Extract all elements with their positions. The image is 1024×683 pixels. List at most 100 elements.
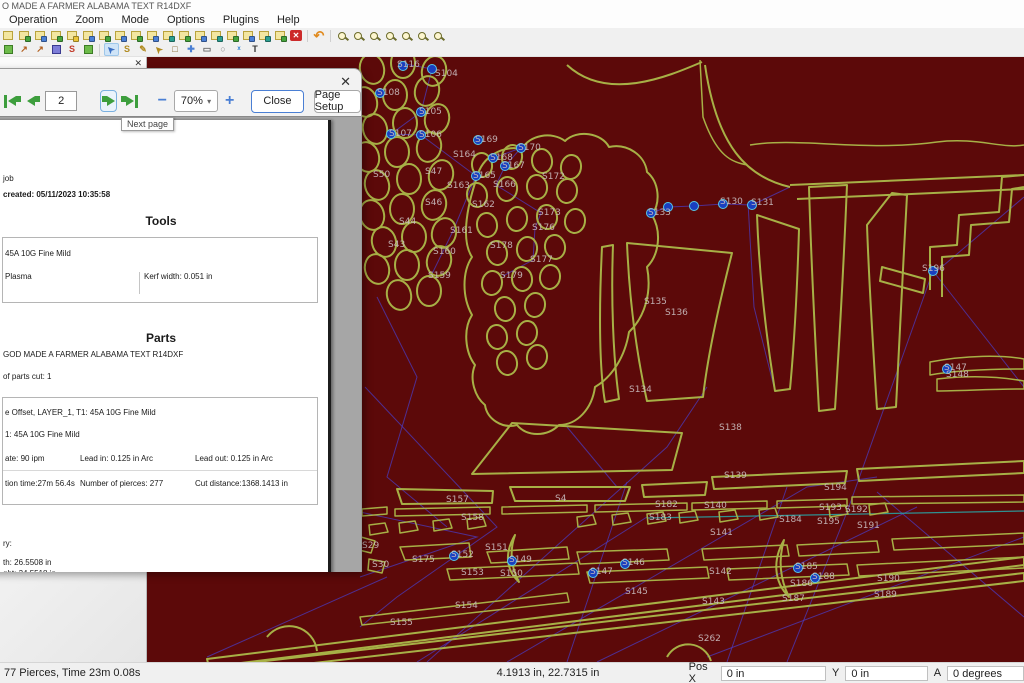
text-tool-icon[interactable]: T — [248, 43, 263, 56]
group-parts-icon[interactable] — [161, 29, 176, 42]
part-label: S153 — [461, 568, 484, 578]
tooltip: Next page — [121, 117, 175, 131]
pan-view-icon[interactable]: ▭ — [200, 43, 215, 56]
part-label: S4 — [555, 494, 567, 504]
zoom-in-button[interactable]: + — [222, 90, 237, 112]
measure-icon[interactable]: ↗ — [17, 43, 32, 56]
part-label: S130 — [720, 197, 743, 207]
part-label: S192 — [845, 505, 868, 515]
new-job-icon[interactable] — [1, 43, 16, 56]
y-field[interactable]: 0 in — [845, 665, 928, 681]
page-setup-button[interactable]: Page Setup — [313, 89, 362, 113]
part-label: S149 — [509, 555, 532, 565]
part-label: S44 — [399, 217, 416, 227]
part-label: S133 — [648, 208, 671, 218]
arrow-left-icon — [7, 96, 21, 106]
info-icon[interactable]: ͯ — [232, 43, 247, 56]
pos-x-field[interactable]: 0 in — [720, 665, 827, 681]
move-part-icon[interactable] — [81, 29, 96, 42]
add-part-icon[interactable] — [49, 29, 64, 42]
post-process-icon[interactable] — [81, 43, 96, 56]
select-region-icon[interactable]: □ — [168, 43, 183, 56]
part-label: S134 — [629, 385, 652, 395]
move-origin-icon[interactable]: ✚ — [184, 43, 199, 56]
pierce-point[interactable] — [689, 201, 699, 211]
op-line1: e Offset, LAYER_1, T1: 45A 10G Fine Mild — [5, 408, 156, 417]
part-label: S188 — [812, 572, 835, 582]
part-order-icon[interactable] — [257, 29, 272, 42]
array-part-icon[interactable] — [97, 29, 112, 42]
copy-part-icon[interactable] — [33, 29, 48, 42]
auto-nest-icon[interactable] — [145, 29, 160, 42]
feed-rate: ate: 90 ipm — [5, 454, 45, 463]
last-page-button[interactable] — [121, 90, 138, 112]
toolbar-nesting: ✕ ↶ — [0, 28, 1024, 43]
parts-cut: of parts cut: 1 — [3, 372, 52, 381]
preview-scroll-area[interactable]: job created: 05/11/2023 10:35:58 Tools 4… — [0, 116, 361, 572]
unlock-part-icon[interactable] — [241, 29, 256, 42]
part-label: S145 — [625, 587, 648, 597]
first-page-button[interactable] — [4, 90, 21, 112]
part-label: S142 — [709, 567, 732, 577]
part-label: S191 — [857, 521, 880, 531]
menu-zoom[interactable]: Zoom — [66, 13, 112, 28]
page-number-input[interactable] — [45, 91, 78, 111]
arrow-left-icon — [26, 96, 40, 106]
save-icon[interactable] — [49, 43, 64, 56]
part-label: S154 — [455, 601, 478, 611]
zoom-sheet-icon[interactable] — [383, 29, 398, 42]
part-label: S262 — [698, 634, 721, 644]
lasso-icon[interactable]: ○ — [216, 43, 231, 56]
partial-icon[interactable] — [1, 29, 16, 42]
zoom-selection-icon[interactable] — [415, 29, 430, 42]
part-label: S47 — [425, 167, 442, 177]
part-label: S152 — [451, 550, 474, 560]
nest-part-icon[interactable] — [17, 29, 32, 42]
zoom-level-value: 70% — [180, 95, 203, 107]
app-window: O MADE A FARMER ALABAMA TEXT R14DXF Oper… — [0, 0, 1024, 683]
zoom-out-icon[interactable] — [351, 29, 366, 42]
mirror-part-icon[interactable] — [209, 29, 224, 42]
menu-operation[interactable]: Operation — [0, 13, 66, 28]
menu-bar: Operation Zoom Mode Options Plugins Help — [0, 13, 1024, 28]
select-pierce-icon[interactable]: ➤ — [152, 43, 167, 56]
zoom-in-icon[interactable] — [335, 29, 350, 42]
close-button[interactable]: Close — [251, 89, 304, 113]
part-label: S166 — [493, 180, 516, 190]
zoom-extents-icon[interactable] — [431, 29, 446, 42]
part-label: S176 — [532, 223, 555, 233]
menu-mode[interactable]: Mode — [112, 13, 158, 28]
zoom-part-icon[interactable] — [367, 29, 382, 42]
rotate-part-icon[interactable] — [193, 29, 208, 42]
preview-toolbar: − 70% ▾ + Close Page Setup — [0, 87, 362, 115]
next-page-button[interactable] — [100, 90, 118, 112]
zoom-out-button[interactable]: − — [155, 90, 170, 112]
previous-page-button[interactable] — [25, 90, 41, 112]
align-parts-icon[interactable] — [177, 29, 192, 42]
part-label: S150 — [500, 569, 523, 579]
zoom-window-icon[interactable] — [399, 29, 414, 42]
add-sheet-icon[interactable] — [273, 29, 288, 42]
delete-nest-icon[interactable]: ✕ — [289, 29, 304, 42]
tool-name: 45A 10G Fine Mild — [5, 249, 71, 258]
tool-type: Plasma — [5, 272, 32, 281]
part-label: S140 — [704, 501, 727, 511]
lead-in: Lead in: 0.125 in Arc — [80, 454, 153, 463]
a-field[interactable]: 0 degrees — [947, 665, 1024, 681]
status-pierces: 77 Pierces, Time 23m 0.08s — [4, 667, 141, 679]
tools-box: 45A 10G Fine Mild Plasma Kerf width: 0.0… — [2, 237, 318, 303]
menu-plugins[interactable]: Plugins — [214, 13, 268, 28]
select-cursor-icon[interactable]: ➤ — [103, 43, 119, 56]
measure-angle-icon[interactable]: ↗ — [33, 43, 48, 56]
undo-icon[interactable]: ↶ — [312, 29, 327, 42]
simulate-icon[interactable]: S — [65, 43, 80, 56]
duplicate-part-icon[interactable] — [65, 29, 80, 42]
replace-part-icon[interactable] — [113, 29, 128, 42]
lock-part-icon[interactable] — [225, 29, 240, 42]
fill-sheet-icon[interactable] — [129, 29, 144, 42]
select-parts-icon[interactable]: S — [120, 43, 135, 56]
select-contour-icon[interactable]: ✎ — [136, 43, 151, 56]
menu-options[interactable]: Options — [158, 13, 214, 28]
zoom-level-select[interactable]: 70% ▾ — [173, 90, 219, 112]
menu-help[interactable]: Help — [268, 13, 309, 28]
